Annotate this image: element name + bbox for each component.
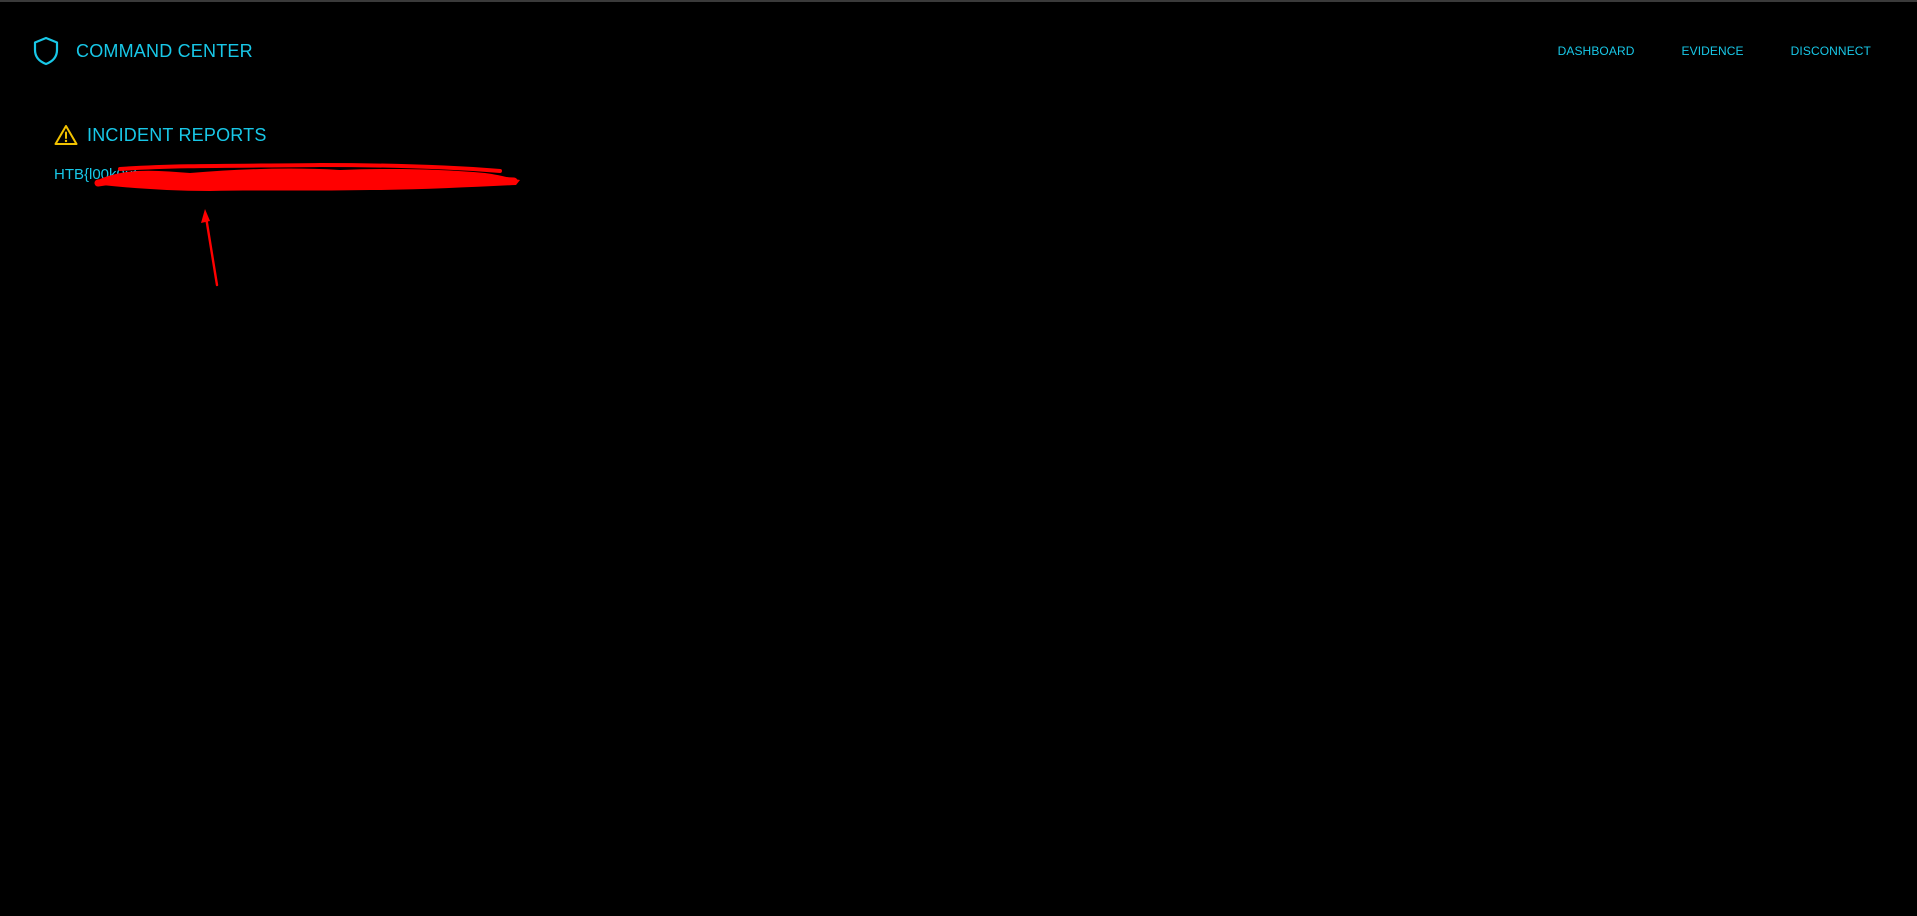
shield-icon xyxy=(33,36,59,66)
brand[interactable]: COMMAND CENTER xyxy=(32,36,253,66)
nav-links: DASHBOARD EVIDENCE DISCONNECT xyxy=(1558,44,1871,58)
top-navbar: COMMAND CENTER DASHBOARD EVIDENCE DISCON… xyxy=(0,2,1917,98)
nav-disconnect-link[interactable]: DISCONNECT xyxy=(1791,44,1871,58)
nav-dashboard-link[interactable]: DASHBOARD xyxy=(1558,44,1635,58)
nav-evidence-link[interactable]: EVIDENCE xyxy=(1682,44,1744,58)
redaction-scribble xyxy=(94,162,520,191)
incident-reports-section: INCIDENT REPORTS HTB{l00k0ut_ xyxy=(54,124,520,191)
incident-report-entry: HTB{l00k0ut_ xyxy=(54,162,520,191)
incident-reports-header: INCIDENT REPORTS xyxy=(54,124,494,146)
annotation-arrow-icon xyxy=(201,209,219,287)
incident-reports-title: INCIDENT REPORTS xyxy=(87,124,267,145)
brand-title: COMMAND CENTER xyxy=(76,40,253,61)
warning-icon xyxy=(54,125,78,145)
